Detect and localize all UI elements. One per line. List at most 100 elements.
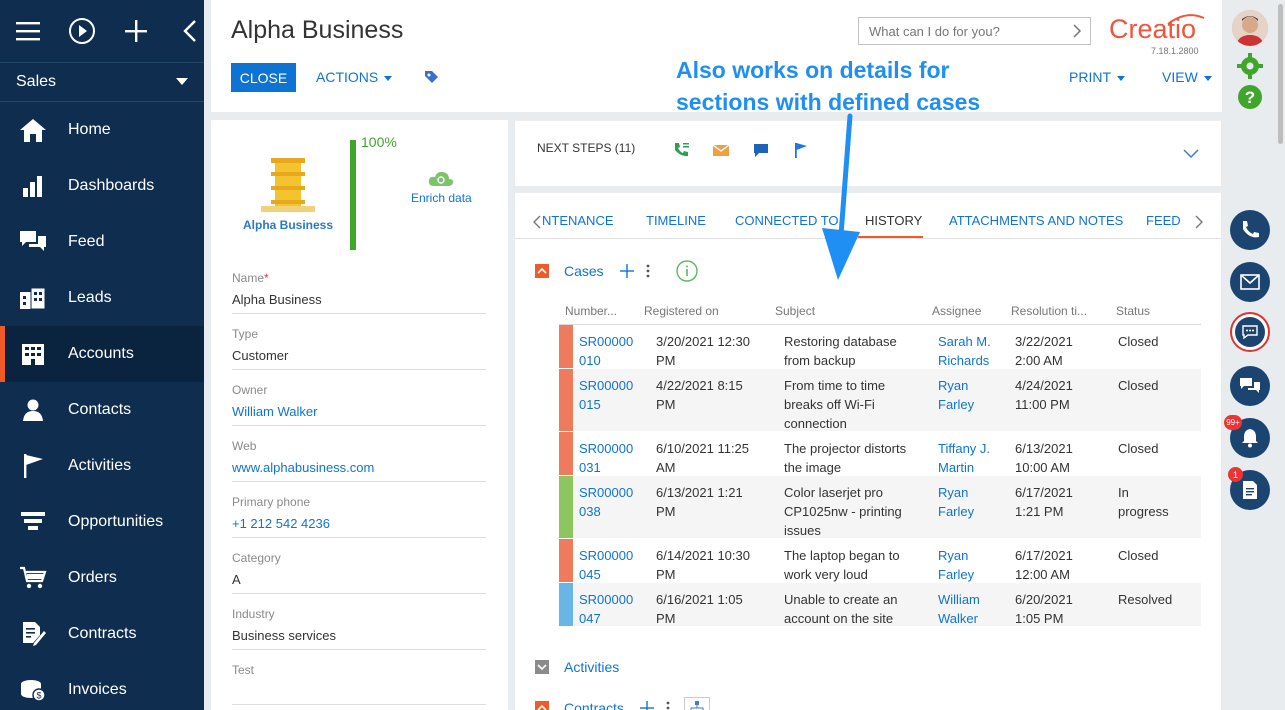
add-icon[interactable] — [619, 264, 634, 278]
col-resolution-time[interactable]: Resolution ti... — [1011, 304, 1087, 318]
print-button[interactable]: PRINT — [1069, 69, 1125, 85]
tab-attachments-and-notes[interactable]: ATTACHMENTS AND NOTES — [949, 213, 1123, 228]
cell-number[interactable]: SR00000 047 — [579, 590, 633, 628]
expand-chevron-icon[interactable] — [1183, 149, 1199, 159]
cell-assignee[interactable]: Ryan Farley — [938, 483, 974, 521]
help-icon[interactable]: ? — [1237, 84, 1263, 110]
nav-item-leads[interactable]: Leads — [0, 270, 204, 326]
cell-assignee[interactable]: Ryan Farley — [938, 546, 974, 584]
cell-number[interactable]: SR00000 015 — [579, 376, 633, 414]
cell-number[interactable]: SR00000 031 — [579, 439, 633, 477]
activities-title[interactable]: Activities — [564, 659, 619, 675]
tab-scroll-right-icon[interactable] — [1195, 215, 1203, 229]
nav-item-contracts[interactable]: Contracts — [0, 606, 204, 662]
col-number[interactable]: Number... — [565, 304, 617, 318]
table-row[interactable]: SR00000 031 6/10/2021 11:25 AM The projector… — [559, 432, 1201, 476]
field-value[interactable]: William Walker — [232, 404, 486, 425]
field-value[interactable]: +1 212 542 4236 — [232, 516, 486, 537]
enrich-data-button[interactable]: Enrich data — [411, 170, 472, 205]
chat-panel-button[interactable] — [1230, 312, 1270, 352]
tab-scroll-left-icon[interactable] — [533, 215, 541, 229]
chat-icon[interactable] — [752, 141, 770, 159]
tab-history[interactable]: HISTORY — [865, 213, 922, 228]
nav-item-feed[interactable]: Feed — [0, 214, 204, 270]
tab-maintenance[interactable]: NTENANCE — [542, 213, 614, 228]
flag-icon[interactable] — [792, 141, 810, 159]
add-icon[interactable] — [122, 17, 150, 45]
account-logo[interactable]: Alpha Business — [231, 150, 346, 250]
process-play-icon[interactable] — [68, 17, 96, 45]
cell-line: SR00000 — [579, 548, 634, 563]
field-value[interactable]: A — [232, 572, 486, 593]
cell-number[interactable]: SR00000 038 — [579, 483, 633, 521]
tag-icon[interactable] — [423, 69, 439, 90]
expand-icon[interactable] — [535, 660, 549, 674]
cell-line: Closed — [1118, 548, 1159, 563]
field-value[interactable]: Business services — [232, 628, 486, 649]
nav-item-home[interactable]: Home — [0, 102, 204, 158]
cell-subject: The projector distorts the image — [784, 439, 906, 477]
next-steps-title[interactable]: NEXT STEPS (11) — [537, 141, 635, 155]
cell-assignee[interactable]: William Walker — [938, 590, 980, 628]
feed-panel-button[interactable] — [1230, 366, 1270, 406]
field-value[interactable]: www.alphabusiness.com — [232, 460, 486, 481]
field-value[interactable]: Customer — [232, 348, 486, 369]
table-row[interactable]: SR00000 038 6/13/2021 1:21 PM Color laserjet… — [559, 476, 1201, 539]
tab-feed[interactable]: FEED — [1146, 213, 1181, 228]
nav-item-orders[interactable]: Orders — [0, 550, 204, 606]
collapse-icon[interactable] — [535, 264, 549, 278]
add-icon[interactable] — [639, 701, 654, 710]
cell-assignee[interactable]: Sarah M. Richards — [938, 332, 991, 370]
tab-timeline[interactable]: TIMELINE — [646, 213, 706, 228]
actions-button[interactable]: ACTIONS — [316, 69, 393, 85]
col-assignee[interactable]: Assignee — [932, 304, 981, 318]
col-status[interactable]: Status — [1116, 304, 1150, 318]
nav-item-label: Feed — [68, 233, 105, 250]
cases-title[interactable]: Cases — [564, 263, 604, 279]
contracts-title[interactable]: Contracts — [564, 700, 624, 710]
nav-item-contacts[interactable]: Contacts — [0, 382, 204, 438]
nav-item-opportunities[interactable]: Opportunities — [0, 494, 204, 550]
more-options-icon[interactable] — [666, 701, 670, 710]
cell-line: Tiffany J. — [938, 441, 991, 456]
next-steps-actions — [672, 141, 810, 159]
nav-item-activities[interactable]: Activities — [0, 438, 204, 494]
cell-assignee[interactable]: Ryan Farley — [938, 376, 974, 414]
more-options-icon[interactable] — [646, 264, 650, 278]
nav-item-invoices[interactable]: $ Invoices — [0, 662, 204, 710]
command-search-input[interactable]: What can I do for you? — [858, 17, 1091, 45]
settings-gear-icon[interactable] — [1237, 53, 1263, 79]
field-value[interactable] — [232, 684, 486, 704]
chevron-right-icon[interactable] — [1072, 23, 1082, 39]
hierarchy-icon[interactable] — [683, 697, 710, 710]
col-subject[interactable]: Subject — [775, 304, 815, 318]
info-icon[interactable] — [675, 260, 698, 282]
workspace-selector[interactable]: Sales — [0, 62, 204, 102]
phone-panel-button[interactable] — [1230, 210, 1270, 250]
cell-assignee[interactable]: Tiffany J. Martin — [938, 439, 990, 477]
view-button[interactable]: VIEW — [1162, 69, 1212, 85]
activities-icon — [18, 451, 48, 481]
collapse-chevron-icon[interactable] — [176, 17, 204, 45]
cell-number[interactable]: SR00000 010 — [579, 332, 633, 370]
nav-item-accounts[interactable]: Accounts — [0, 326, 204, 382]
cell-line: William — [938, 592, 980, 607]
table-row[interactable]: SR00000 010 3/20/2021 12:30 PM Restoring dat… — [559, 325, 1201, 369]
table-row[interactable]: SR00000 045 6/14/2021 10:30 PM The laptop be… — [559, 539, 1201, 583]
email-icon[interactable] — [712, 141, 730, 159]
collapse-icon[interactable] — [535, 701, 549, 710]
table-row[interactable]: SR00000 015 4/22/2021 8:15 PM From time to t… — [559, 369, 1201, 432]
cell-number[interactable]: SR00000 045 — [579, 546, 633, 584]
field-owner: Owner William Walker — [232, 383, 486, 426]
col-registered-on[interactable]: Registered on — [644, 304, 719, 318]
hamburger-menu-icon[interactable] — [14, 17, 42, 45]
page-scrollbar[interactable] — [1278, 4, 1283, 144]
call-icon[interactable] — [672, 141, 690, 159]
table-row[interactable]: SR00000 047 6/16/2021 1:05 PM Unable to crea… — [559, 583, 1201, 627]
email-panel-button[interactable] — [1230, 262, 1270, 302]
nav-item-dashboards[interactable]: Dashboards — [0, 158, 204, 214]
nav-item-label: Dashboards — [68, 177, 155, 194]
close-button[interactable]: CLOSE — [231, 63, 296, 92]
user-avatar[interactable] — [1232, 10, 1268, 46]
field-value[interactable]: Alpha Business — [232, 292, 486, 313]
